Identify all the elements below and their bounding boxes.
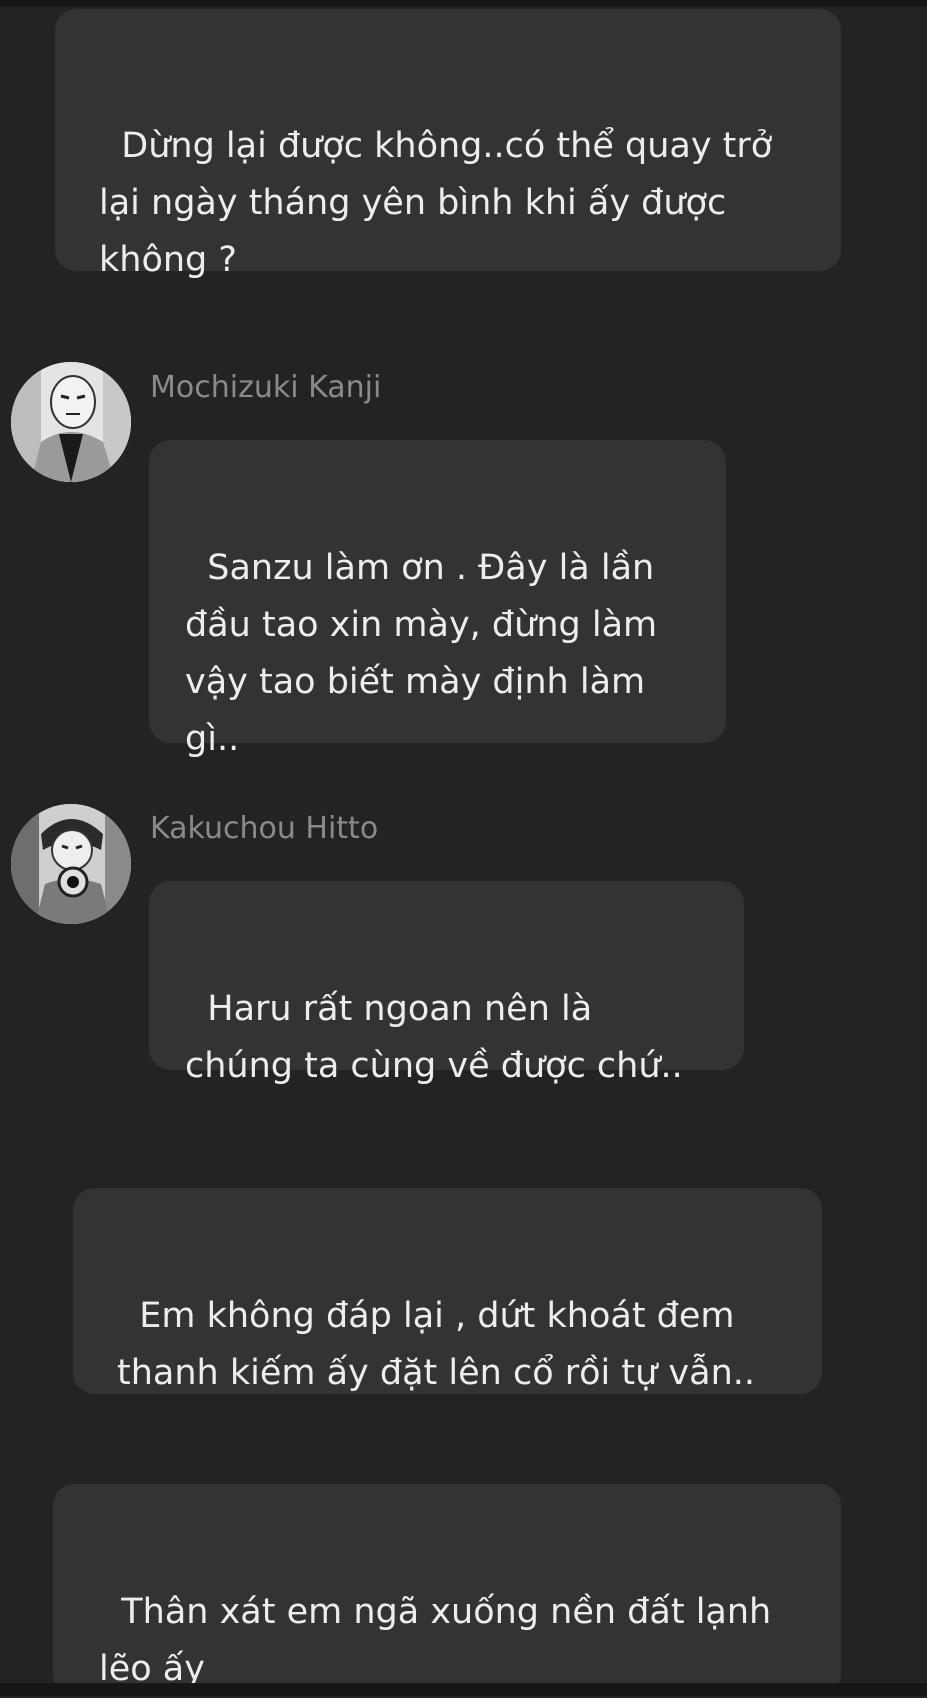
narration-text: Em không đáp lại , dứt khoát đem thanh k… — [117, 1296, 756, 1393]
narration-bubble: Em không đáp lại , dứt khoát đem thanh k… — [73, 1188, 822, 1394]
narration-text: Thân xát em ngã xuống nền đất lạnh lẽo ấ… — [99, 1592, 783, 1689]
message-bubble: Haru rất ngoan nên là chúng ta cùng về đ… — [149, 881, 744, 1086]
message-bubble: Sanzu làm ơn . Đây là lần đầu tao xin mà… — [149, 440, 726, 759]
message-text: Haru rất ngoan nên là chúng ta cùng về đ… — [185, 989, 683, 1086]
bottom-edge — [0, 1683, 927, 1696]
message-text: Sanzu làm ơn . Đây là lần đầu tao xin mà… — [185, 548, 669, 759]
narration-bubble: Dừng lại được không..có thể quay trở lại… — [55, 9, 841, 280]
mochizuki-kanji-avatar[interactable] — [11, 362, 131, 482]
manga-character-gun-avatar-icon — [11, 804, 131, 924]
manga-character-avatar-icon — [11, 362, 131, 482]
kakuchou-hitto-avatar[interactable] — [11, 804, 131, 924]
narration-bubble: Thân xát em ngã xuống nền đất lạnh lẽo ấ… — [53, 1484, 841, 1696]
speaker-name: Kakuchou Hitto — [150, 811, 379, 846]
speaker-name: Mochizuki Kanji — [150, 370, 382, 405]
narration-text: Dừng lại được không..có thể quay trở lại… — [99, 126, 784, 280]
top-edge — [0, 0, 927, 7]
